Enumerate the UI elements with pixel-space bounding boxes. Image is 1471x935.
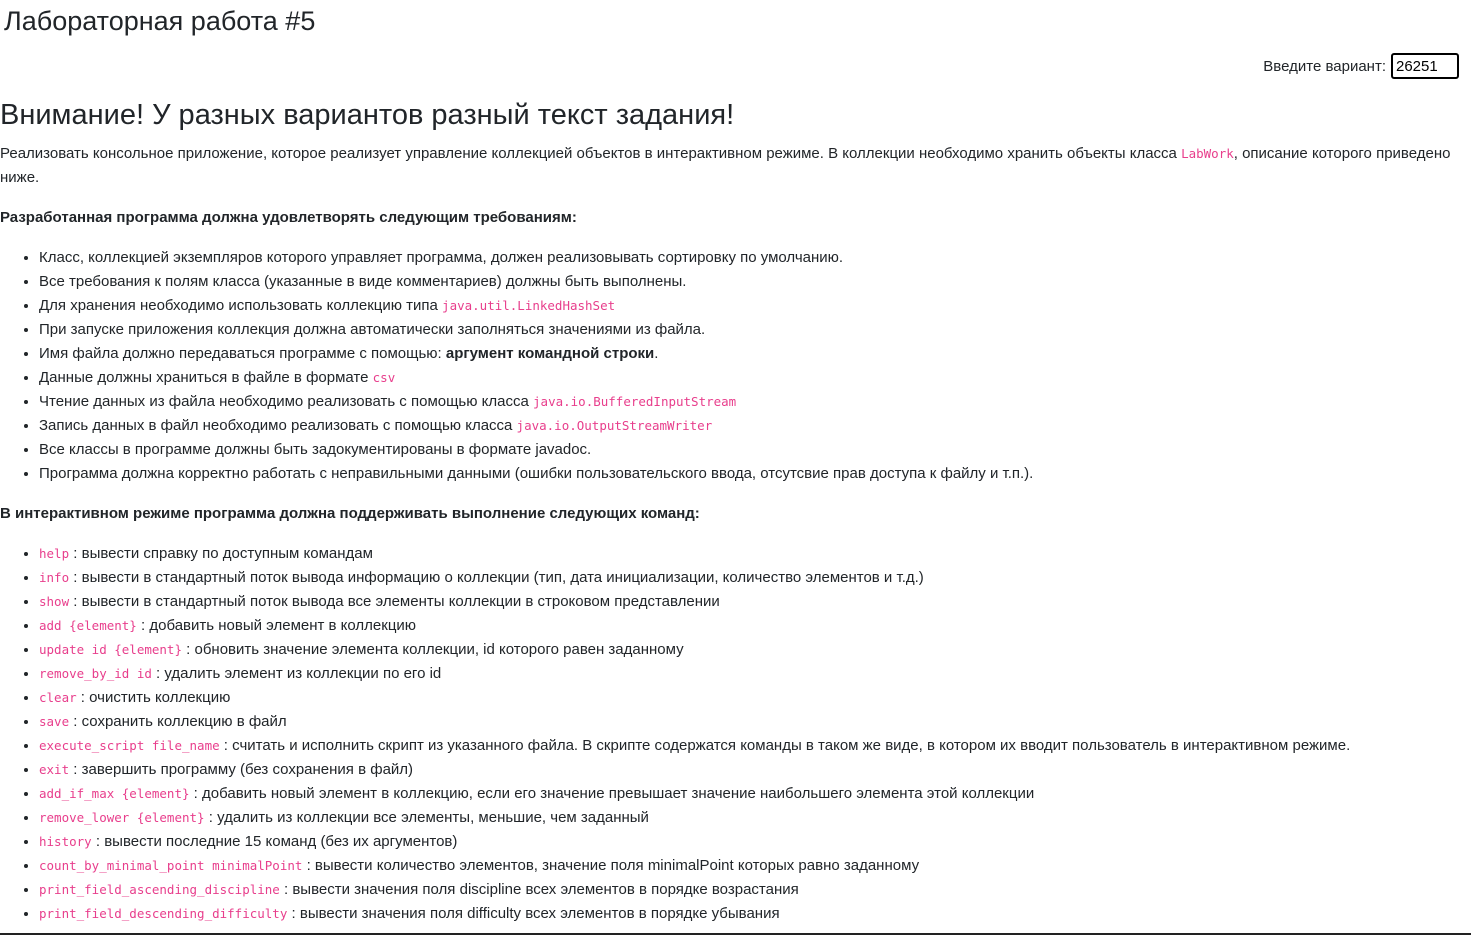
command-item: remove_lower {element} : удалить из колл… [39, 806, 1460, 830]
item-text: Запись данных в файл необходимо реализов… [39, 417, 517, 434]
item-text: Все требования к полям класса (указанные… [39, 273, 687, 290]
list-item: При запуске приложения коллекция должна … [39, 318, 1460, 342]
list-item: Данные должны храниться в файле в формат… [39, 366, 1460, 390]
page: Лабораторная работа #5 Введите вариант: … [0, 0, 1471, 935]
item-text: Для хранения необходимо использовать кол… [39, 297, 443, 314]
item-text: Класс, коллекцией экземпляров которого у… [39, 249, 844, 266]
command-code: exit [39, 762, 70, 777]
list-item: Программа должна корректно работать с не… [39, 462, 1460, 486]
command-code: help [39, 546, 70, 561]
command-desc: : вывести последние 15 команд (без их ар… [91, 833, 458, 850]
command-code: add {element} [39, 618, 137, 633]
command-item: exit : завершить программу (без сохранен… [39, 758, 1460, 782]
item-text: Все классы в программе должны быть задок… [39, 441, 592, 458]
command-item: save : сохранить коллекцию в файл [39, 710, 1460, 734]
item-text: Программа должна корректно работать с не… [39, 465, 1034, 482]
command-item: history : вывести последние 15 команд (б… [39, 830, 1460, 854]
variant-input[interactable] [1391, 53, 1459, 79]
command-desc: : считать и исполнить скрипт из указанно… [219, 737, 1351, 754]
command-code: remove_by_id id [39, 666, 152, 681]
item-code: java.util.LinkedHashSet [442, 298, 616, 313]
item-code: java.io.BufferedInputStream [533, 394, 737, 409]
command-item: help : вывести справку по доступным кома… [39, 542, 1460, 566]
item-bold: аргумент командной строки [445, 345, 655, 362]
command-item: show : вывести в стандартный поток вывод… [39, 590, 1460, 614]
command-desc: : очистить коллекцию [76, 689, 231, 706]
list-item: Для хранения необходимо использовать кол… [39, 294, 1460, 318]
command-item: execute_script file_name : считать и исп… [39, 734, 1460, 758]
command-desc: : удалить элемент из коллекции по его id [151, 665, 442, 682]
command-desc: : вывести в стандартный поток вывода все… [69, 593, 720, 610]
command-code: execute_script file_name [39, 738, 220, 753]
command-desc: : вывести справку по доступным командам [69, 545, 373, 562]
variant-form: Введите вариант: [1263, 53, 1459, 79]
command-desc: : вывести значения поля discipline всех … [279, 881, 799, 898]
command-item: add {element} : добавить новый элемент в… [39, 614, 1460, 638]
warning-heading: Внимание! У разных вариантов разный текс… [0, 99, 735, 131]
command-code: add_if_max {element} [39, 786, 190, 801]
intro-text: Реализовать консольное приложение, котор… [0, 145, 1182, 162]
requirements-list: Класс, коллекцией экземпляров которого у… [0, 246, 1460, 486]
command-desc: : обновить значение элемента коллекции, … [182, 641, 684, 658]
command-item: clear : очистить коллекцию [39, 686, 1460, 710]
item-text-end: . [654, 345, 659, 362]
command-code: info [39, 570, 70, 585]
command-desc: : вывести значения поля difficulty всех … [287, 905, 780, 922]
command-desc: : удалить из коллекции все элементы, мен… [204, 809, 649, 826]
commands-heading: В интерактивном режиме программа должна … [0, 505, 700, 522]
item-code: java.io.OutputStreamWriter [516, 418, 713, 433]
list-item: Все классы в программе должны быть задок… [39, 438, 1460, 462]
command-item: add_if_max {element} : добавить новый эл… [39, 782, 1460, 806]
command-item: update id {element} : обновить значение … [39, 638, 1460, 662]
command-desc: : сохранить коллекцию в файл [69, 713, 287, 730]
page-title: Лабораторная работа #5 [4, 6, 316, 36]
variant-label: Введите вариант: [1263, 57, 1386, 75]
command-code: update id {element} [39, 642, 182, 657]
command-desc: : завершить программу (без сохранения в … [69, 761, 414, 778]
command-desc: : добавить новый элемент в коллекцию, ес… [189, 785, 1035, 802]
list-item: Все требования к полям класса (указанные… [39, 270, 1460, 294]
intro-paragraph: Реализовать консольное приложение, котор… [0, 142, 1460, 190]
item-text: Данные должны храниться в файле в формат… [39, 369, 373, 386]
command-code: history [39, 834, 92, 849]
command-item: print_field_ascending_discipline : вывес… [39, 878, 1460, 902]
command-code: print_field_ascending_discipline [39, 882, 280, 897]
command-item: count_by_minimal_point minimalPoint : вы… [39, 854, 1460, 878]
command-item: print_field_descending_difficulty : выве… [39, 902, 1460, 926]
list-item: Запись данных в файл необходимо реализов… [39, 414, 1460, 438]
command-code: clear [39, 690, 77, 705]
list-item: Имя файла должно передаваться программе … [39, 342, 1460, 366]
class-name-code: LabWork [1181, 146, 1234, 161]
item-code: csv [372, 370, 396, 385]
list-item: Чтение данных из файла необходимо реализ… [39, 390, 1460, 414]
list-item: Класс, коллекцией экземпляров которого у… [39, 246, 1460, 270]
command-code: save [39, 714, 70, 729]
command-code: show [39, 594, 70, 609]
requirements-heading: Разработанная программа должна удовлетво… [0, 209, 577, 226]
commands-list: help : вывести справку по доступным кома… [0, 542, 1460, 926]
item-text: При запуске приложения коллекция должна … [39, 321, 706, 338]
item-text: Чтение данных из файла необходимо реализ… [39, 393, 534, 410]
command-item: info : вывести в стандартный поток вывод… [39, 566, 1460, 590]
command-item: remove_by_id id : удалить элемент из кол… [39, 662, 1460, 686]
command-desc: : вывести количество элементов, значение… [302, 857, 920, 874]
task-content: Внимание! У разных вариантов разный текс… [0, 96, 1460, 935]
command-desc: : вывести в стандартный поток вывода инф… [69, 569, 924, 586]
command-code: print_field_descending_difficulty [39, 906, 288, 921]
command-code: remove_lower {element} [39, 810, 205, 825]
command-desc: : добавить новый элемент в коллекцию [136, 617, 417, 634]
item-text: Имя файла должно передаваться программе … [39, 345, 446, 362]
command-code: count_by_minimal_point minimalPoint [39, 858, 303, 873]
